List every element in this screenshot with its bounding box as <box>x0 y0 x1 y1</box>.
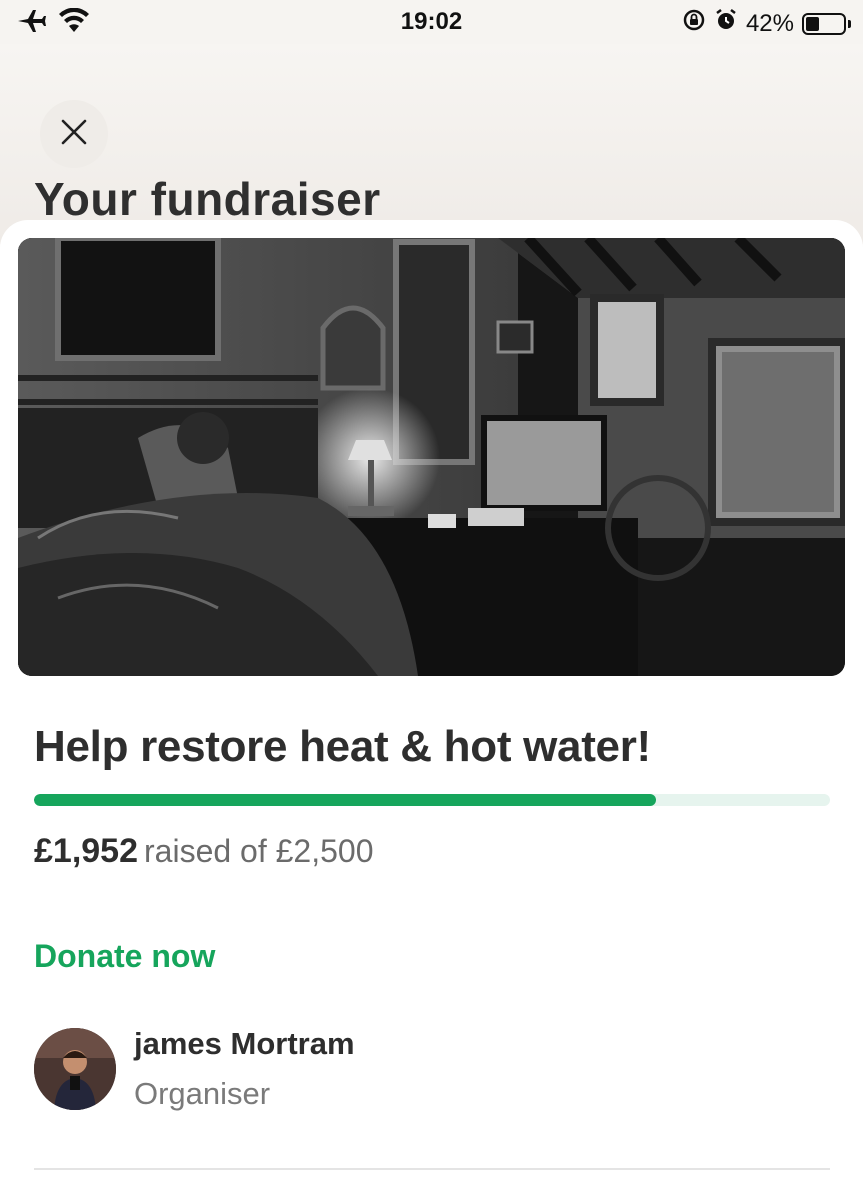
raised-amount: £1,952 <box>34 832 138 870</box>
organiser-role: Organiser <box>134 1076 271 1111</box>
alarm-icon <box>714 8 738 39</box>
hero-photo <box>18 238 845 676</box>
divider <box>34 1168 830 1170</box>
battery-percent: 42% <box>745 9 794 37</box>
fundraiser-title: Help restore heat & hot water! <box>34 722 651 771</box>
avatar[interactable] <box>34 1028 116 1110</box>
close-button[interactable] <box>40 100 108 168</box>
progress-bar <box>34 794 830 806</box>
raised-goal-text: raised of £2,500 <box>144 833 374 869</box>
fundraiser-hero-image[interactable] <box>18 238 845 676</box>
rotation-lock-icon <box>682 8 706 39</box>
fundraiser-sheet: Help restore heat & hot water! £1,952 rai… <box>0 220 863 1200</box>
donate-now-link[interactable]: Donate now <box>34 938 215 975</box>
progress-fill <box>34 794 656 806</box>
page-title: Your fundraiser <box>34 173 381 225</box>
raised-summary: £1,952 raised of £2,500 <box>34 832 374 871</box>
organiser-name[interactable]: james Mortram <box>134 1026 355 1062</box>
close-icon <box>60 118 88 151</box>
status-bar: 19:02 42% <box>0 0 863 44</box>
battery-icon <box>802 12 846 35</box>
battery-tip <box>848 19 851 28</box>
status-right: 42% <box>682 8 851 39</box>
